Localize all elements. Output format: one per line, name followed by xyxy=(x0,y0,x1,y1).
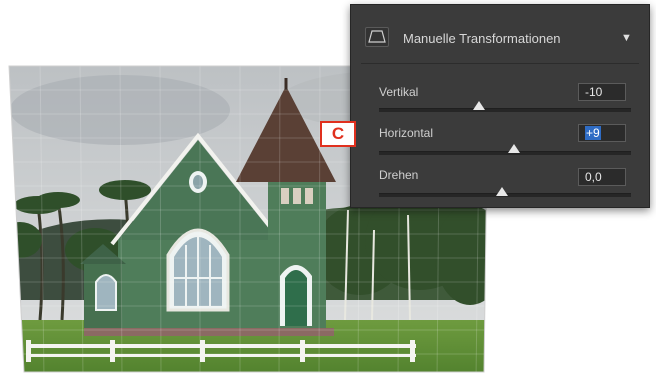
vertical-label: Vertikal xyxy=(379,85,419,99)
vertical-value-field[interactable]: -10 xyxy=(578,83,626,101)
screenshot-stage: Manuelle Transformationen ▼ Vertikal -10… xyxy=(0,0,656,379)
horizontal-value: +9 xyxy=(585,126,601,140)
rotate-label: Drehen xyxy=(379,168,419,182)
rotate-value: 0,0 xyxy=(585,170,602,184)
rotate-slider-thumb[interactable] xyxy=(496,187,508,196)
manual-transform-panel: Manuelle Transformationen ▼ Vertikal -10… xyxy=(350,4,650,208)
horizontal-slider-thumb[interactable] xyxy=(508,144,520,153)
horizontal-label: Horizontal xyxy=(379,126,434,140)
vertical-value: -10 xyxy=(585,85,603,99)
rotate-value-field[interactable]: 0,0 xyxy=(578,168,626,186)
horizontal-slider-track[interactable] xyxy=(379,151,631,155)
panel-title: Manuelle Transformationen xyxy=(403,31,561,46)
perspective-transform-icon xyxy=(365,27,389,47)
vertical-slider-track[interactable] xyxy=(379,108,631,112)
horizontal-value-field[interactable]: +9 xyxy=(578,124,626,142)
panel-divider xyxy=(361,63,639,64)
vertical-slider-thumb[interactable] xyxy=(473,101,485,110)
panel-header[interactable]: Manuelle Transformationen ▼ xyxy=(351,5,649,63)
triangle-down-icon[interactable]: ▼ xyxy=(621,32,632,44)
callout-badge: C xyxy=(320,121,356,147)
